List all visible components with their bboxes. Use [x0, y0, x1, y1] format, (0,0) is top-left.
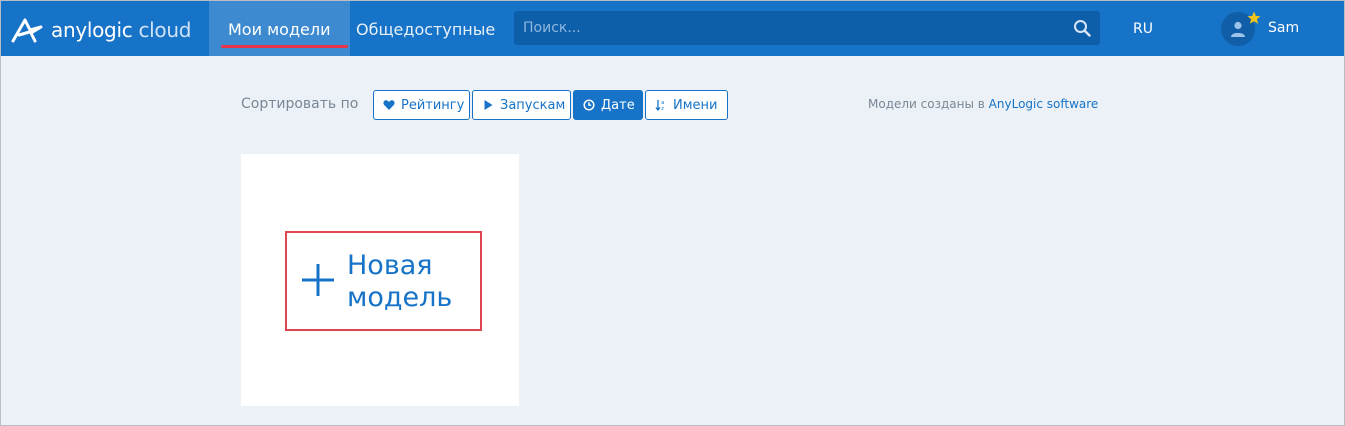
- new-model-label-line1: Новая: [347, 250, 433, 281]
- heart-icon: [383, 100, 395, 110]
- logo-text: anylogic cloud: [51, 18, 192, 42]
- sort-by-runs-label: Запускам: [500, 97, 566, 113]
- search-icon[interactable]: [1073, 19, 1091, 37]
- sort-by-name-label: Имени: [673, 97, 718, 113]
- play-icon: [484, 100, 493, 110]
- anylogic-software-link[interactable]: AnyLogic software: [989, 97, 1099, 111]
- search-input[interactable]: [514, 11, 1100, 45]
- new-model-label: Новая модель: [347, 250, 477, 314]
- plus-icon: [302, 264, 334, 296]
- sort-by-date-button[interactable]: Дате: [573, 90, 643, 120]
- clock-icon: [583, 99, 595, 111]
- user-icon: [1231, 21, 1245, 37]
- sort-by-date-label: Дате: [601, 97, 635, 113]
- anylogic-cloud-logo[interactable]: anylogic cloud: [11, 16, 191, 44]
- sort-label: Сортировать по: [241, 96, 359, 112]
- tab-public-models-label: Общедоступные: [356, 20, 496, 39]
- sort-alpha-icon: a z: [655, 100, 664, 111]
- sort-by-name-button[interactable]: a z Имени: [645, 90, 728, 120]
- new-model-card: Новая модель: [241, 154, 519, 406]
- svg-text:z: z: [661, 106, 664, 111]
- anylogic-logo-icon: [11, 18, 43, 43]
- credit-text: Модели созданы в AnyLogic software: [868, 97, 1098, 111]
- search-box: [514, 11, 1100, 45]
- active-tab-underline: [221, 45, 348, 48]
- tab-my-models[interactable]: Мои модели: [209, 1, 350, 56]
- new-model-label-line2: модель: [347, 282, 453, 313]
- credit-prefix: Модели созданы в: [868, 97, 985, 111]
- sort-by-runs-button[interactable]: Запускам: [472, 90, 571, 120]
- top-navigation-bar: anylogic cloud Мои модели Общедоступные …: [1, 1, 1344, 56]
- tab-public-models[interactable]: Общедоступные: [346, 1, 505, 56]
- tab-my-models-label: Мои модели: [228, 20, 331, 39]
- username[interactable]: Sam: [1268, 20, 1299, 36]
- star-icon: [1247, 11, 1261, 24]
- language-selector[interactable]: RU: [1133, 21, 1153, 37]
- sort-by-rating-button[interactable]: Рейтингу: [373, 90, 470, 120]
- new-model-button[interactable]: Новая модель: [285, 231, 482, 331]
- sort-by-rating-label: Рейтингу: [401, 97, 465, 113]
